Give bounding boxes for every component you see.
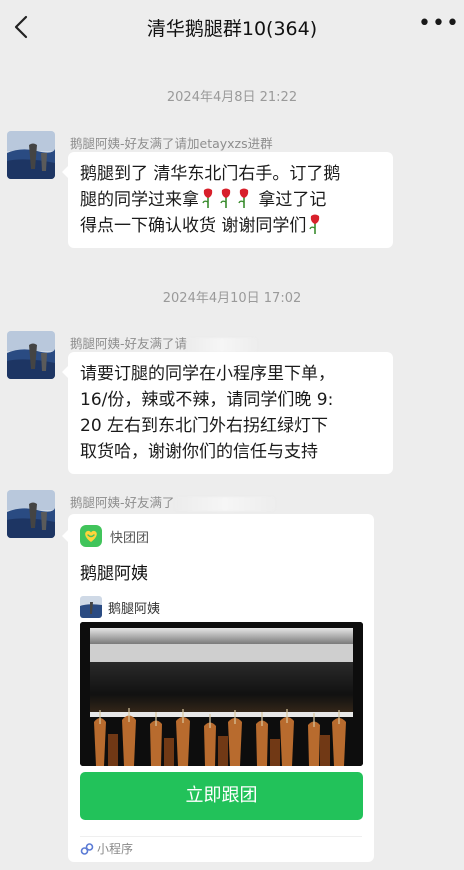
message-bubble[interactable]: 请要订腿的同学在小程序里下单， 16/份，辣或不辣，请同学们晚 9: 20 左右…: [62, 352, 393, 474]
chat-header: 清华鹅腿群10(364) •••: [0, 0, 464, 54]
avatar[interactable]: [7, 131, 55, 179]
message-timestamp: 2024年4月10日 17:02: [162, 291, 302, 306]
message-timestamp: 2024年4月8日 21:22: [166, 90, 298, 105]
shop-name: 鹅腿阿姨: [108, 602, 161, 617]
product-photo: [80, 622, 363, 766]
rose-icon: [219, 187, 233, 209]
message-line: 16/份，辣或不辣，请同学们晚 9:: [80, 390, 334, 410]
join-group-button[interactable]: 立即跟团: [80, 772, 363, 820]
kuaituantuan-logo-icon: [80, 525, 102, 547]
chat-title: 清华鹅腿群10(364): [146, 18, 318, 40]
more-options-icon[interactable]: •••: [418, 13, 459, 41]
divider: [80, 836, 362, 837]
rose-icon: [201, 187, 215, 209]
shop-avatar: [80, 596, 102, 618]
avatar[interactable]: [7, 331, 55, 379]
rose-icon: [308, 213, 322, 235]
mini-program-app-name: 快团团: [110, 531, 150, 546]
message-bubble[interactable]: 鹅腿到了 清华东北门右手。订了鹅 腿的同学过来拿 拿过了记 得点一下确认收货 谢…: [62, 152, 393, 248]
sender-name: 鹅腿阿姨-好友满了请加etayxzs进群: [70, 136, 273, 151]
mini-program-label: 小程序: [97, 842, 134, 856]
sender-name: 鹅腿阿姨-好友满了: [70, 492, 275, 511]
avatar[interactable]: [7, 490, 55, 538]
card-title: 鹅腿阿姨: [80, 564, 148, 584]
mini-program-icon: [80, 841, 94, 855]
message-line: 腿的同学过来拿 拿过了记: [80, 187, 381, 213]
rose-icon: [237, 187, 251, 209]
message-line: 取货哈，谢谢你们的信任与支持: [80, 442, 318, 462]
sender-name: 鹅腿阿姨-好友满了请: [70, 333, 258, 352]
message-line: 20 左右到东北门外右拐红绿灯下: [80, 416, 329, 436]
message-line: 鹅腿到了 清华东北门右手。订了鹅: [80, 164, 341, 184]
mini-program-card[interactable]: 快团团 鹅腿阿姨 鹅腿阿姨 立即跟团 小程序: [62, 514, 374, 862]
message-line: 请要订腿的同学在小程序里下单，: [80, 364, 335, 384]
message-line: 得点一下确认收货 谢谢同学们: [80, 213, 381, 239]
